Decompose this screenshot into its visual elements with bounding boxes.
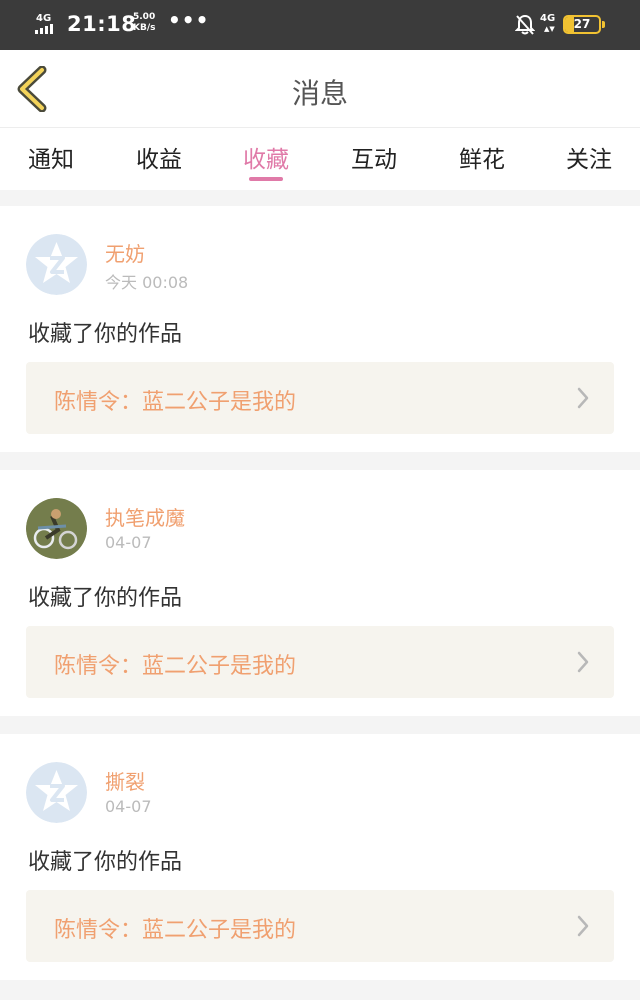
tab-follows[interactable]: 关注 xyxy=(554,140,624,174)
message-card: 撕裂 04-07 收藏了你的作品 陈情令：蓝二公子是我的 xyxy=(0,734,640,980)
chevron-right-icon xyxy=(577,387,589,409)
clock: 21:18 xyxy=(67,12,137,36)
work-link[interactable]: 陈情令：蓝二公子是我的 xyxy=(26,362,614,434)
user-photo-icon xyxy=(26,498,87,559)
header: 消息 xyxy=(0,50,640,128)
work-title: 陈情令：蓝二公子是我的 xyxy=(54,654,297,679)
more-notifications-icon: ••• xyxy=(168,8,210,32)
avatar[interactable] xyxy=(26,498,87,559)
action-text: 收藏了你的作品 xyxy=(28,586,183,611)
bell-muted-icon xyxy=(515,14,535,35)
work-link[interactable]: 陈情令：蓝二公子是我的 xyxy=(26,890,614,962)
message-card: 无妨 今天 00:08 收藏了你的作品 陈情令：蓝二公子是我的 xyxy=(0,206,640,452)
work-link[interactable]: 陈情令：蓝二公子是我的 xyxy=(26,626,614,698)
message-card: 执笔成魔 04-07 收藏了你的作品 陈情令：蓝二公子是我的 xyxy=(0,470,640,716)
username[interactable]: 撕裂 xyxy=(105,766,145,795)
tab-interactions[interactable]: 互动 xyxy=(339,140,409,174)
network-speed: 5.00 KB/s xyxy=(133,12,155,34)
timestamp: 04-07 xyxy=(105,797,152,816)
tab-favorites[interactable]: 收藏 xyxy=(231,140,301,174)
page-title: 消息 xyxy=(291,77,348,110)
work-title: 陈情令：蓝二公子是我的 xyxy=(54,390,297,415)
battery-cap xyxy=(602,21,605,28)
battery-percent: 27 xyxy=(573,17,591,31)
battery-icon: 27 xyxy=(563,15,601,34)
action-text: 收藏了你的作品 xyxy=(28,850,183,875)
avatar[interactable] xyxy=(26,234,87,295)
timestamp: 今天 00:08 xyxy=(105,273,189,292)
network-type-right: 4G xyxy=(540,13,556,24)
speed-value: 5.00 xyxy=(133,12,156,22)
tab-notifications[interactable]: 通知 xyxy=(16,140,86,174)
username[interactable]: 无妨 xyxy=(105,238,145,267)
network-type: 4G xyxy=(36,13,52,24)
active-tab-indicator xyxy=(249,177,283,181)
default-avatar-icon xyxy=(26,762,87,823)
avatar[interactable] xyxy=(26,762,87,823)
action-text: 收藏了你的作品 xyxy=(28,322,183,347)
tab-earnings[interactable]: 收益 xyxy=(124,140,194,174)
tab-bar: 通知 收益 收藏 互动 鲜花 关注 xyxy=(0,128,640,190)
chevron-right-icon xyxy=(577,651,589,673)
status-bar: 4G 21:18 5.00 KB/s ••• 4G ▲▼ 27 xyxy=(0,0,640,50)
work-title: 陈情令：蓝二公子是我的 xyxy=(54,918,297,943)
timestamp: 04-07 xyxy=(105,533,152,552)
username[interactable]: 执笔成魔 xyxy=(105,502,185,531)
chevron-right-icon xyxy=(577,915,589,937)
signal-icon xyxy=(35,24,53,34)
speed-unit: KB/s xyxy=(133,23,156,33)
default-avatar-icon xyxy=(26,234,87,295)
tab-flowers[interactable]: 鲜花 xyxy=(447,140,517,174)
data-arrows-icon: ▲▼ xyxy=(544,25,555,33)
